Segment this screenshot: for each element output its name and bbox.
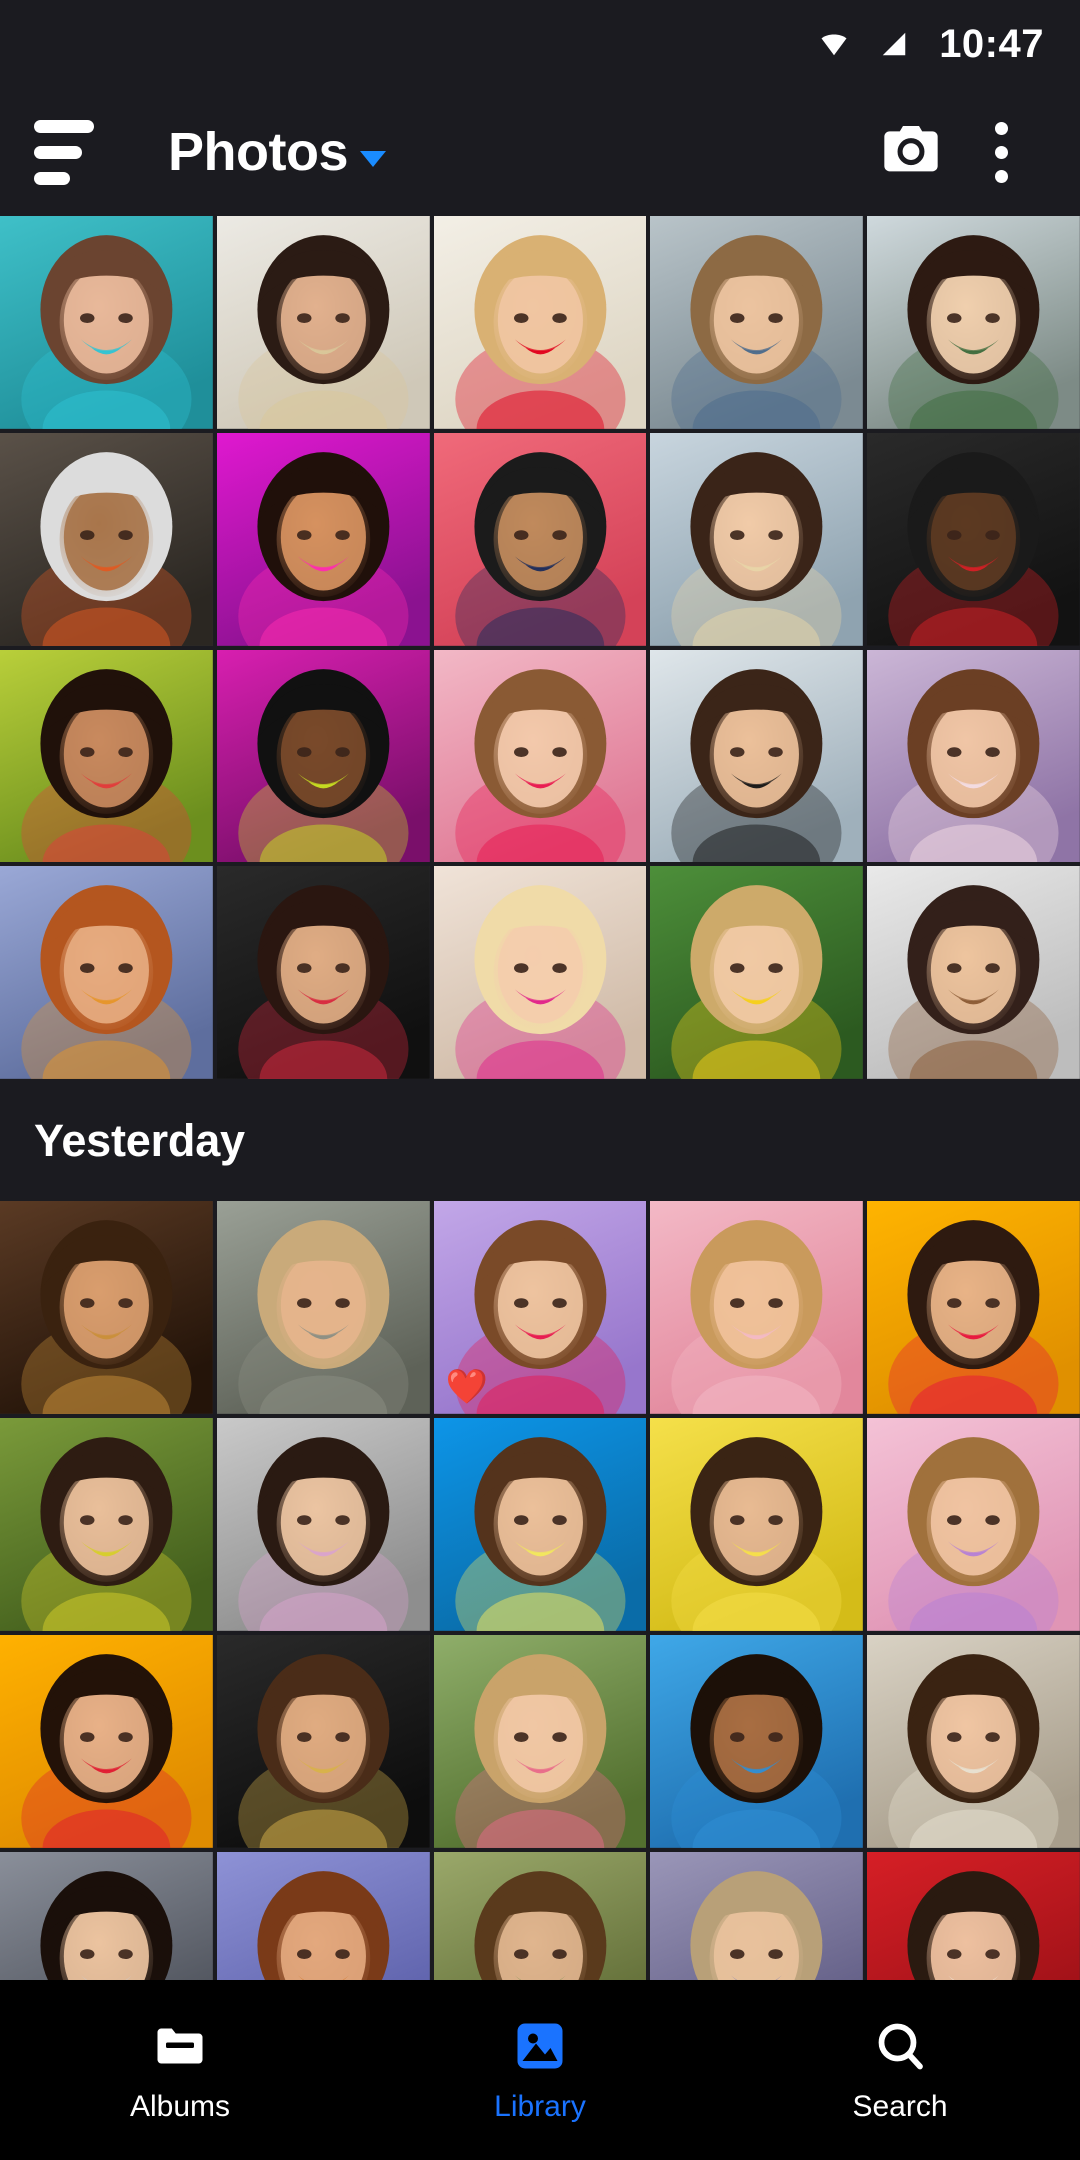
photo-thumbnail[interactable] xyxy=(0,649,213,863)
favorite-heart-icon: ❤️ xyxy=(445,1368,488,1407)
photo-thumbnail[interactable] xyxy=(433,1634,647,1848)
folder-icon xyxy=(150,2016,210,2076)
page-title: Photos xyxy=(168,122,349,182)
photo-thumbnail[interactable] xyxy=(867,1634,1080,1848)
photo-thumbnail[interactable] xyxy=(216,1634,430,1848)
bottom-navigation: Albums Library Search xyxy=(0,1980,1080,2160)
photo-thumbnail[interactable] xyxy=(650,1418,864,1631)
photo-thumbnail[interactable] xyxy=(433,866,647,1080)
nav-item-label: Library xyxy=(494,2090,586,2123)
photo-thumbnail[interactable] xyxy=(867,1418,1080,1631)
photo-thumbnail[interactable] xyxy=(0,216,213,429)
camera-icon xyxy=(879,118,943,187)
photo-thumbnail[interactable] xyxy=(867,216,1080,429)
caret-down-icon xyxy=(360,151,386,167)
status-bar-clock: 10:47 xyxy=(939,21,1044,66)
photo-grid xyxy=(0,216,1080,1080)
camera-button[interactable] xyxy=(866,107,956,197)
photo-thumbnail[interactable] xyxy=(216,649,430,863)
photo-thumbnail[interactable] xyxy=(0,1201,213,1415)
section-header: Yesterday xyxy=(0,1079,1080,1202)
photo-thumbnail[interactable] xyxy=(0,1418,213,1631)
photo-library-icon xyxy=(510,2016,570,2076)
photo-thumbnail[interactable] xyxy=(216,1201,430,1415)
nav-item-label: Albums xyxy=(129,2090,231,2123)
photo-thumbnail[interactable] xyxy=(650,216,864,429)
title-dropdown[interactable]: Photos xyxy=(168,121,386,183)
photo-grid: ❤️ xyxy=(0,1201,1080,2065)
photo-thumbnail[interactable] xyxy=(216,216,430,429)
photo-thumbnail[interactable] xyxy=(433,432,647,646)
photo-thumbnail[interactable] xyxy=(650,649,864,863)
photos-app-screen: 10:47 Photos Yesterday ❤️ Albums Library… xyxy=(0,0,1080,2160)
photo-thumbnail[interactable] xyxy=(216,432,430,646)
photo-thumbnail[interactable] xyxy=(433,216,647,429)
signal-icon xyxy=(877,29,911,59)
photo-thumbnail[interactable] xyxy=(650,866,864,1080)
photo-thumbnail[interactable] xyxy=(0,432,213,646)
photo-thumbnail[interactable]: ❤️ xyxy=(433,1201,647,1415)
status-bar: 10:47 xyxy=(0,0,1080,88)
photo-thumbnail[interactable] xyxy=(433,1418,647,1631)
photo-thumbnail[interactable] xyxy=(0,1634,213,1848)
photo-thumbnail[interactable] xyxy=(650,1201,864,1415)
nav-item-label: Search xyxy=(852,2090,948,2123)
wifi-icon xyxy=(815,29,853,59)
photo-thumbnail[interactable] xyxy=(216,866,430,1080)
photo-sections[interactable]: Yesterday ❤️ xyxy=(0,216,1080,2065)
nav-item-albums[interactable]: Albums xyxy=(0,2016,360,2124)
nav-item-library[interactable]: Library xyxy=(360,2016,720,2124)
photo-thumbnail[interactable] xyxy=(867,866,1080,1080)
nav-item-search[interactable]: Search xyxy=(720,2016,1080,2124)
photo-thumbnail[interactable] xyxy=(0,866,213,1080)
app-bar: Photos xyxy=(0,88,1080,216)
photo-thumbnail[interactable] xyxy=(867,432,1080,646)
more-vertical-icon xyxy=(994,121,1008,183)
overflow-menu-button[interactable] xyxy=(956,107,1046,197)
sort-menu-icon[interactable] xyxy=(34,115,108,189)
search-icon xyxy=(870,2016,930,2076)
photo-thumbnail[interactable] xyxy=(867,649,1080,863)
photo-thumbnail[interactable] xyxy=(650,1634,864,1848)
photo-thumbnail[interactable] xyxy=(867,1201,1080,1415)
photo-thumbnail[interactable] xyxy=(216,1418,430,1631)
photo-thumbnail[interactable] xyxy=(650,432,864,646)
photo-thumbnail[interactable] xyxy=(433,649,647,863)
